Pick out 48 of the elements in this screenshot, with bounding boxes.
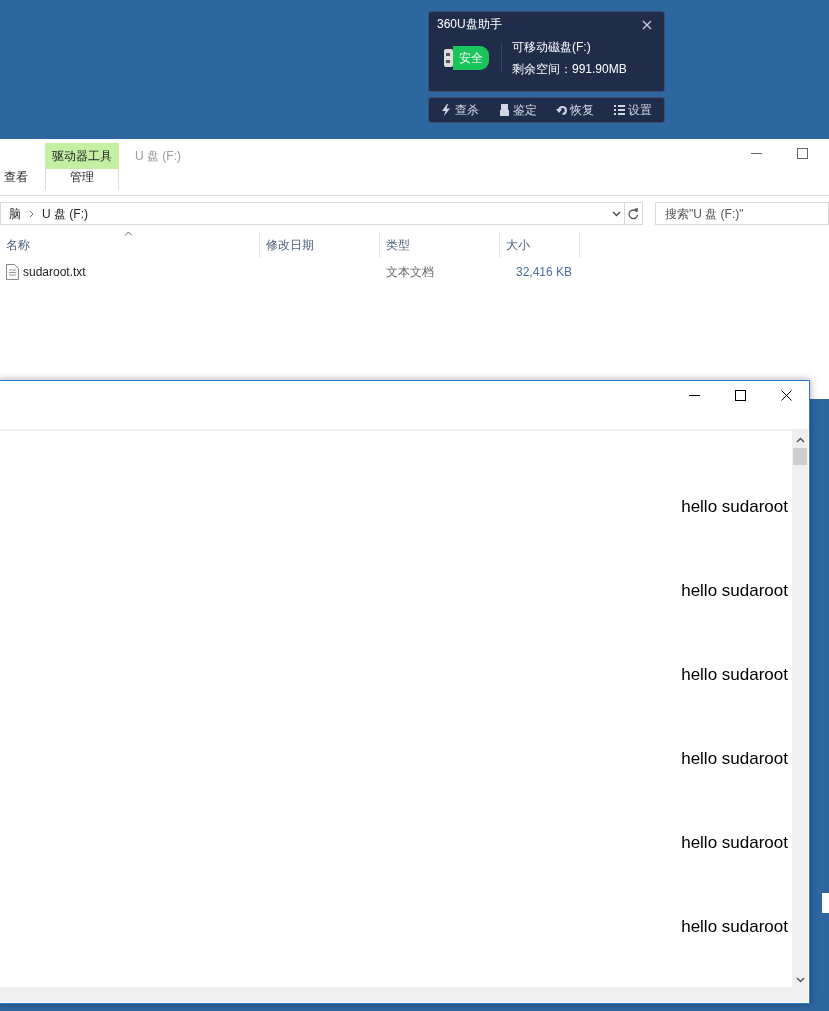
breadcrumb-item[interactable]: U 盘 (F:)	[42, 204, 88, 223]
maximize-icon	[796, 148, 808, 159]
popup-title: 360U盘助手	[437, 16, 502, 33]
app-icon	[822, 893, 829, 913]
vertical-scrollbar[interactable]	[792, 431, 808, 987]
file-name[interactable]: sudaroot.txt	[19, 263, 92, 281]
breadcrumb-item[interactable]: 脑	[9, 204, 21, 223]
ribbon-tab[interactable]: 管理	[45, 164, 119, 190]
address-bar[interactable]: 脑 U 盘 (F:)	[0, 202, 643, 225]
text-line: hello sudaroot	[681, 665, 788, 684]
scan-button[interactable]: 查杀	[437, 101, 483, 119]
column-header[interactable]: 大小	[500, 232, 580, 258]
usb-drive-icon	[498, 104, 510, 116]
search-field[interactable]: 搜索"U 盘 (F:)"	[655, 202, 829, 225]
text-line: hello sudaroot	[681, 497, 788, 516]
column-header[interactable]: 修改日期	[260, 232, 380, 258]
usb-plug-icon	[444, 49, 453, 67]
scroll-up-icon	[795, 437, 805, 443]
horizontal-scrollbar[interactable]	[0, 987, 808, 1002]
maximize-icon	[734, 390, 746, 401]
refresh-icon	[628, 207, 639, 220]
bolt-icon	[441, 104, 452, 116]
scroll-down-icon	[795, 977, 805, 983]
text-line: hello sudaroot	[681, 917, 788, 936]
column-header[interactable]: 名称	[0, 232, 260, 258]
status-badge: 安全	[453, 46, 489, 70]
close-icon	[642, 19, 652, 30]
scroll-thumb[interactable]	[793, 448, 807, 465]
text-line: hello sudaroot	[681, 833, 788, 852]
restore-button[interactable]: 恢复	[552, 101, 599, 119]
window-title: U 盘 (F:)	[135, 148, 181, 165]
text-file-icon	[6, 264, 19, 280]
settings-button[interactable]: 设置	[609, 101, 656, 119]
text-line: hello sudaroot	[681, 749, 788, 768]
undo-icon	[556, 104, 568, 116]
close-icon	[780, 390, 792, 401]
text-line: hello sudaroot	[681, 581, 788, 600]
drive-name: 可移动磁盘(F:)	[512, 39, 592, 56]
chevron-down-icon	[611, 210, 621, 217]
file-size: 32,416 KB	[514, 265, 572, 279]
column-header[interactable]: 类型	[380, 232, 500, 258]
list-icon	[613, 104, 625, 116]
file-type: 文本文档	[385, 265, 435, 279]
sort-caret-icon	[123, 231, 133, 236]
free-space: 剩余空间：991.90MB	[512, 61, 627, 78]
chevron-icon	[29, 209, 34, 218]
usb-button[interactable]: 鉴定	[494, 101, 541, 119]
ribbon-tab[interactable]: 查看	[0, 164, 45, 190]
